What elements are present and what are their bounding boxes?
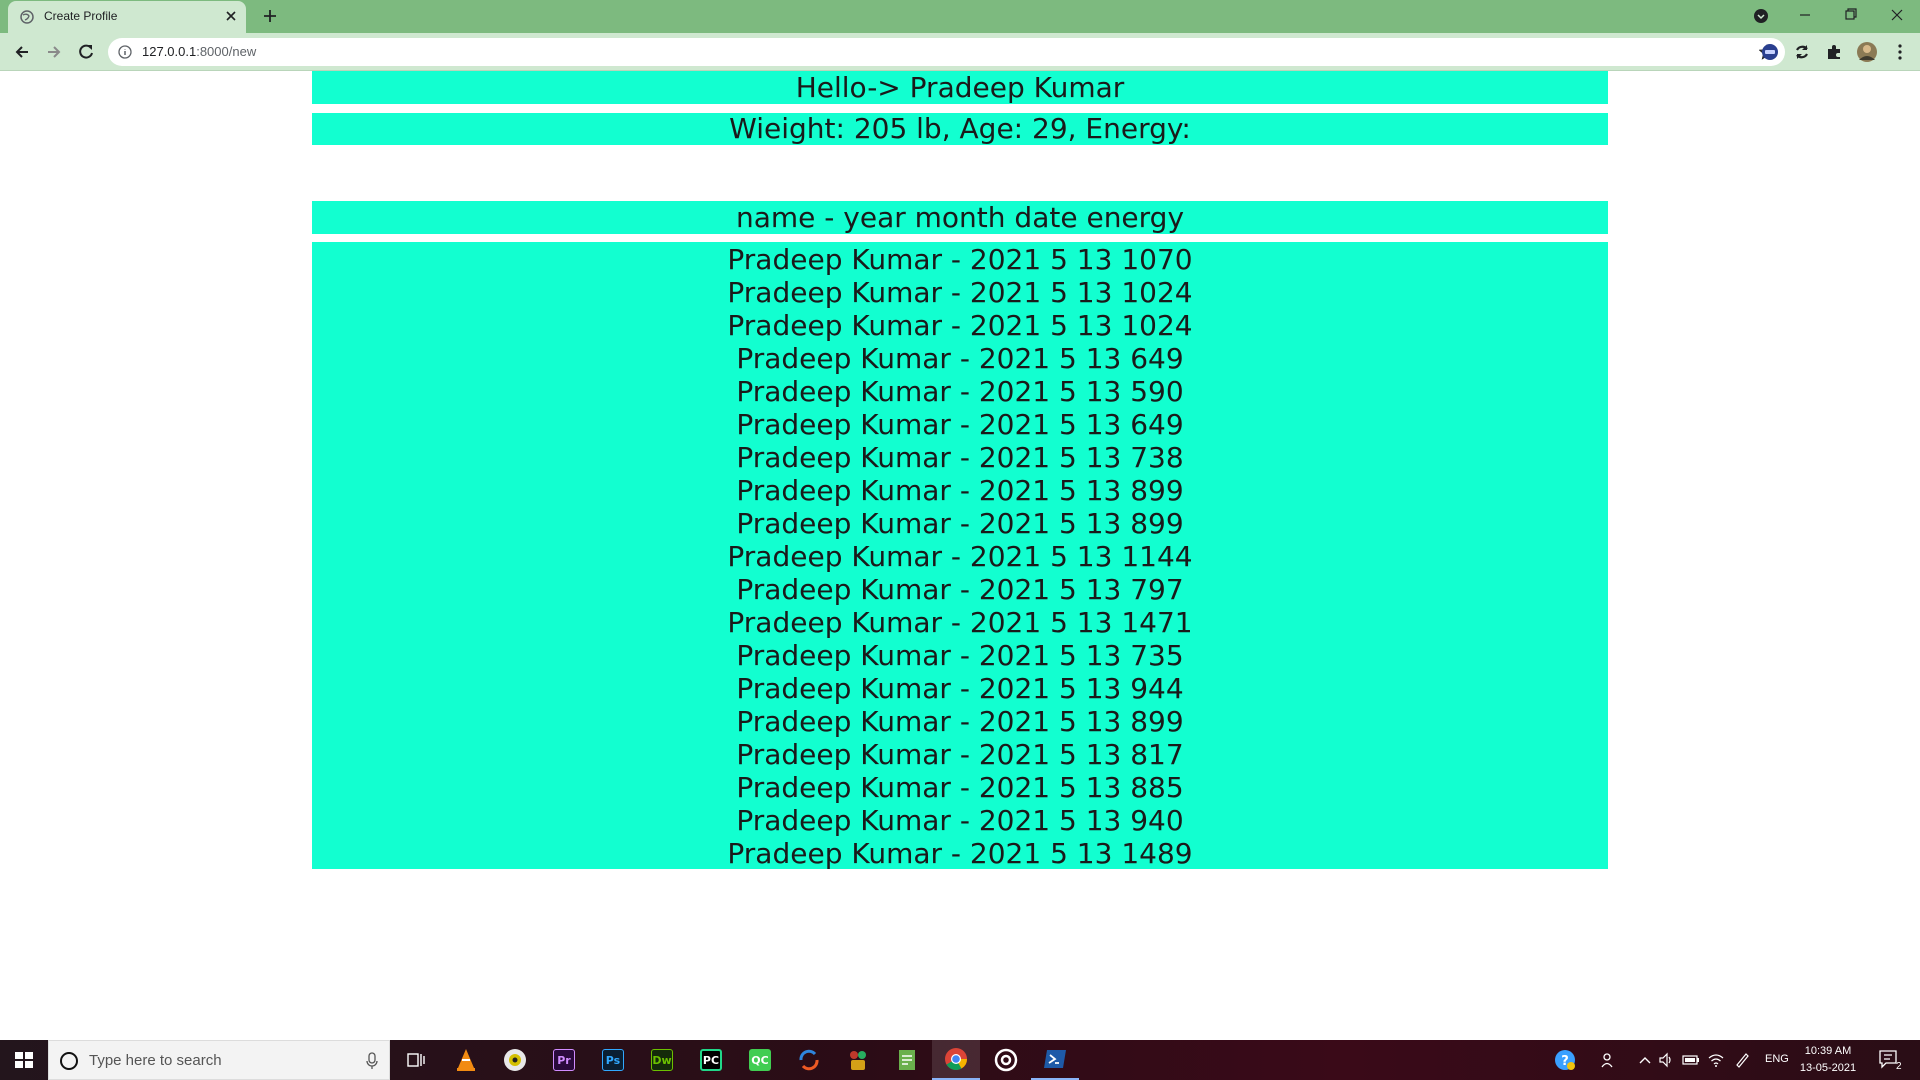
taskbar-app-qtcreator[interactable]: QC xyxy=(736,1040,784,1080)
clock-time: 10:39 AM xyxy=(1804,1045,1852,1057)
clock-date: 13-05-2021 xyxy=(1799,1062,1857,1074)
url-text: 127.0.0.1:8000/new xyxy=(142,44,256,59)
close-window-icon[interactable] xyxy=(1874,0,1920,30)
figurine-app-icon xyxy=(850,1051,866,1070)
taskbar-app-premiere[interactable]: Pr xyxy=(540,1040,588,1080)
qt-creator-icon: QC xyxy=(749,1049,771,1071)
taskbar-app-generic[interactable] xyxy=(491,1040,539,1080)
url-host: 127.0.0.1 xyxy=(142,44,197,59)
battery-icon[interactable] xyxy=(1682,1052,1700,1068)
site-info-icon[interactable] xyxy=(118,45,132,59)
energy-entry: Pradeep Kumar - 2021 5 13 885 xyxy=(736,771,1184,804)
show-hidden-icons-chevron-icon[interactable] xyxy=(1638,1052,1652,1068)
windows-start-icon[interactable] xyxy=(0,1040,48,1080)
browser-tabstrip: Create Profile xyxy=(0,0,1920,33)
greeting-heading: Hello-> Pradeep Kumar xyxy=(312,71,1608,104)
energy-entry: Pradeep Kumar - 2021 5 13 590 xyxy=(736,375,1184,408)
wifi-icon[interactable] xyxy=(1708,1052,1724,1068)
profile-avatar-icon[interactable] xyxy=(1856,41,1878,63)
taskbar-app-photoshop[interactable]: Ps xyxy=(589,1040,637,1080)
energy-entry: Pradeep Kumar - 2021 5 13 899 xyxy=(736,705,1184,738)
cortana-circle-icon xyxy=(60,1052,78,1070)
photoshop-icon: Ps xyxy=(602,1049,624,1071)
energy-entry: Pradeep Kumar - 2021 5 13 797 xyxy=(736,573,1184,606)
energy-entry: Pradeep Kumar - 2021 5 13 1471 xyxy=(727,606,1193,639)
energy-entry: Pradeep Kumar - 2021 5 13 735 xyxy=(736,639,1184,672)
globe-icon xyxy=(20,10,34,24)
task-view-button[interactable] xyxy=(392,1040,440,1080)
volume-icon[interactable] xyxy=(1658,1052,1674,1068)
address-bar[interactable]: 127.0.0.1:8000/new xyxy=(108,38,1785,66)
dreamweaver-icon: Dw xyxy=(651,1049,673,1071)
taskbar-app-figures[interactable] xyxy=(834,1040,882,1080)
back-arrow-icon[interactable] xyxy=(12,42,32,62)
energy-entry: Pradeep Kumar - 2021 5 13 1070 xyxy=(727,243,1193,276)
energy-entry: Pradeep Kumar - 2021 5 13 1144 xyxy=(727,540,1193,573)
profile-stats: Wieight: 205 lb, Age: 29, Energy: xyxy=(312,113,1608,145)
notification-count-badge: 2 xyxy=(1896,1061,1902,1072)
taskbar-clock[interactable]: 10:39 AM 13-05-2021 xyxy=(1792,1043,1864,1077)
minimize-icon[interactable] xyxy=(1782,0,1828,30)
taskbar-app-notepad[interactable] xyxy=(883,1040,931,1080)
reload-icon[interactable] xyxy=(76,42,96,62)
pen-icon[interactable] xyxy=(1734,1052,1750,1068)
new-tab-plus-icon[interactable] xyxy=(260,6,280,26)
taskbar-app-sync[interactable] xyxy=(785,1040,833,1080)
browser-toolbar: 127.0.0.1:8000/new xyxy=(0,33,1920,71)
energy-entry: Pradeep Kumar - 2021 5 13 738 xyxy=(736,441,1184,474)
task-view-icon xyxy=(407,1053,425,1067)
chrome-icon xyxy=(945,1048,967,1070)
restore-icon[interactable] xyxy=(1828,0,1874,30)
taskbar-app-vlc[interactable] xyxy=(442,1040,490,1080)
extension-badge-icon[interactable] xyxy=(1760,42,1780,62)
extensions-puzzle-icon[interactable] xyxy=(1824,42,1844,62)
energy-table-header: name - year month date energy xyxy=(312,201,1608,234)
energy-entry: Pradeep Kumar - 2021 5 13 817 xyxy=(736,738,1184,771)
energy-entry: Pradeep Kumar - 2021 5 13 899 xyxy=(736,507,1184,540)
tab-search-icon[interactable] xyxy=(1738,0,1784,30)
premiere-icon: Pr xyxy=(553,1049,575,1071)
browser-tab-active[interactable]: Create Profile xyxy=(8,1,246,33)
taskbar-search-box[interactable]: Type here to search xyxy=(48,1040,390,1080)
sync-app-icon xyxy=(799,1049,819,1071)
taskbar-app-pycharm[interactable]: PC xyxy=(687,1040,735,1080)
app-icon xyxy=(504,1049,526,1071)
people-icon[interactable] xyxy=(1600,1052,1616,1068)
taskbar-app-record[interactable] xyxy=(982,1040,1030,1080)
search-placeholder: Type here to search xyxy=(89,1052,222,1069)
windows-taskbar: Type here to search Pr Ps Dw PC QC ? ENG… xyxy=(0,1040,1920,1080)
page-viewport: Hello-> Pradeep Kumar Wieight: 205 lb, A… xyxy=(0,71,1920,1040)
tab-title: Create Profile xyxy=(44,9,118,23)
taskbar-app-dreamweaver[interactable]: Dw xyxy=(638,1040,686,1080)
energy-entry: Pradeep Kumar - 2021 5 13 649 xyxy=(736,408,1184,441)
powershell-icon xyxy=(1044,1050,1066,1068)
sync-extension-icon[interactable] xyxy=(1792,42,1812,62)
vlc-icon xyxy=(457,1049,475,1071)
taskbar-app-chrome[interactable] xyxy=(932,1040,980,1080)
energy-entry: Pradeep Kumar - 2021 5 13 649 xyxy=(736,342,1184,375)
record-circle-icon xyxy=(994,1048,1018,1072)
energy-entry: Pradeep Kumar - 2021 5 13 1024 xyxy=(727,276,1193,309)
language-indicator[interactable]: ENG xyxy=(1765,1053,1789,1065)
energy-entry: Pradeep Kumar - 2021 5 13 899 xyxy=(736,474,1184,507)
url-path: :8000/new xyxy=(196,44,257,59)
close-tab-icon[interactable] xyxy=(222,7,240,25)
energy-entry: Pradeep Kumar - 2021 5 13 1024 xyxy=(727,309,1193,342)
microphone-icon[interactable] xyxy=(365,1052,379,1070)
help-icon[interactable]: ? xyxy=(1554,1049,1576,1071)
notepad-icon xyxy=(899,1050,915,1070)
taskbar-app-powershell[interactable] xyxy=(1031,1040,1079,1080)
pycharm-icon: PC xyxy=(700,1049,722,1071)
energy-entry: Pradeep Kumar - 2021 5 13 1489 xyxy=(727,837,1193,870)
energy-entry: Pradeep Kumar - 2021 5 13 940 xyxy=(736,804,1184,837)
forward-arrow-icon[interactable] xyxy=(44,42,64,62)
energy-entries-list: Pradeep Kumar - 2021 5 13 1070 Pradeep K… xyxy=(312,242,1608,870)
energy-entry: Pradeep Kumar - 2021 5 13 944 xyxy=(736,672,1184,705)
browser-menu-icon[interactable] xyxy=(1890,42,1910,62)
